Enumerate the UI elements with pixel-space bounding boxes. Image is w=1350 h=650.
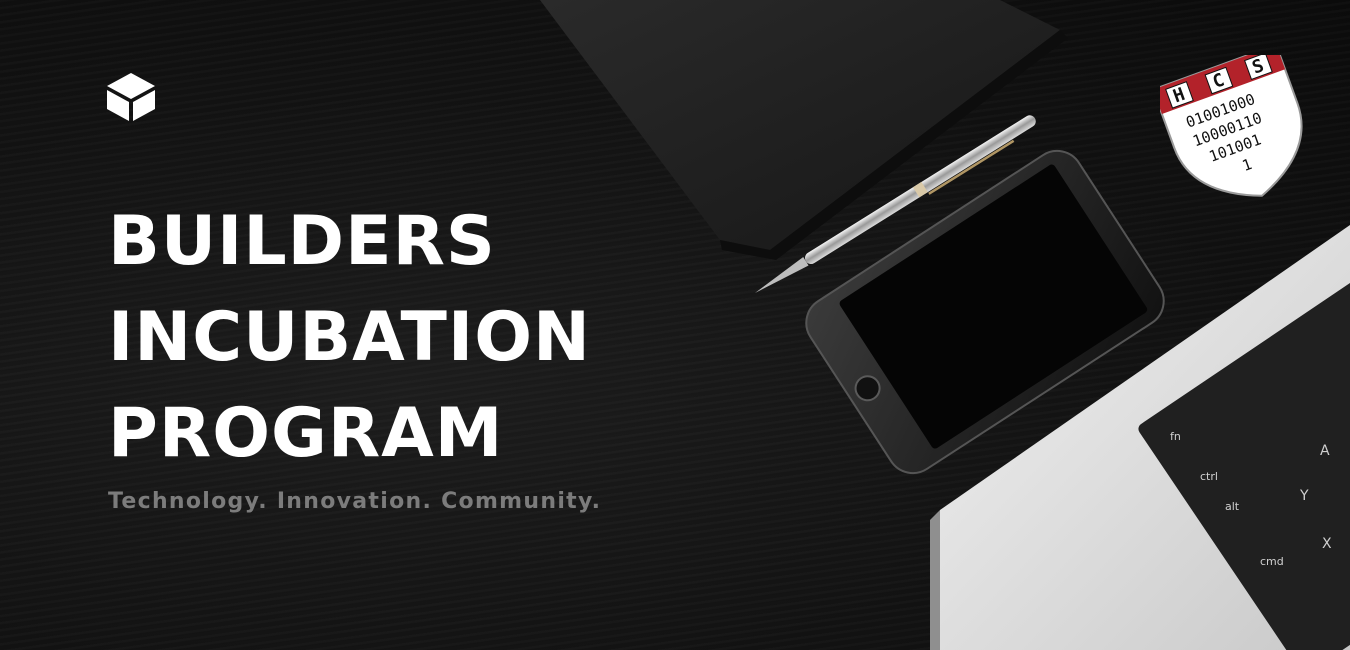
title-line-3: PROGRAM [108,394,504,473]
cube-icon [107,73,155,121]
hcs-shield-logo: H C S 01001000 10000110 101001 1 [1160,55,1303,197]
key-y: Y [1299,488,1309,504]
tagline: Technology. Innovation. Community. [108,489,602,514]
banner: fn ctrl alt cmd A Y X BUILDERS INCUBATIO… [0,0,1350,650]
title-line-2: INCUBATION [108,298,591,377]
key-fn: fn [1170,430,1181,443]
key-cmd: cmd [1260,555,1284,568]
title-line-1: BUILDERS [108,202,496,281]
key-x: X [1322,536,1332,552]
key-a: A [1320,443,1330,459]
key-ctrl: ctrl [1200,470,1218,483]
program-title: BUILDERS INCUBATION PROGRAM [108,194,591,482]
key-alt: alt [1225,500,1240,513]
